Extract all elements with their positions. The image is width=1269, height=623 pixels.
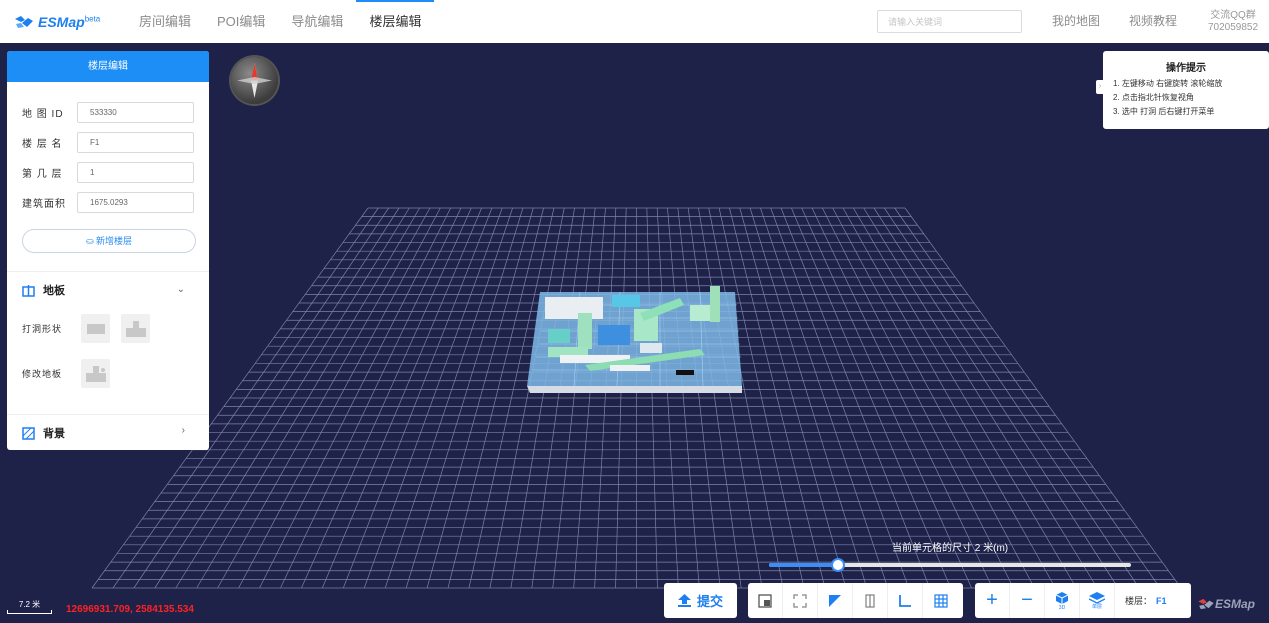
- add-floor-icon: ⛀: [85, 236, 94, 246]
- submit-label: 提交: [696, 594, 723, 609]
- search-input[interactable]: [877, 10, 1022, 33]
- nav-poi-edit[interactable]: POI编辑: [204, 0, 278, 43]
- building-area-row: 建筑面积: [22, 191, 209, 213]
- polygon-hole-button[interactable]: [121, 314, 150, 343]
- hole-shape-label: 打洞形状: [22, 324, 63, 334]
- rect-hole-button[interactable]: [81, 314, 110, 343]
- background-section-header[interactable]: 背景 ›: [7, 415, 209, 450]
- building-model[interactable]: [527, 286, 742, 393]
- floor-number-label: 第 几 层: [22, 168, 63, 180]
- slider-fill: [769, 563, 838, 567]
- floor-section-title: 地板: [43, 285, 65, 297]
- video-tutorial-link[interactable]: 视频教程: [1129, 0, 1177, 43]
- tips-title: 操作提示: [1166, 63, 1206, 74]
- floor-selector[interactable]: 楼层： F1: [1115, 594, 1177, 607]
- coordinates-readout: 12696931.709, 2584135.534: [66, 604, 194, 615]
- footer-logo: ESMap: [1197, 597, 1255, 611]
- top-header: ESMapbeta 房间编辑 POI编辑 导航编辑 楼层编辑 我的地图 视频教程…: [0, 0, 1269, 43]
- view-3d-label: 3D: [1058, 604, 1066, 611]
- scale-text: 7.2 米: [18, 600, 41, 609]
- nav-room-edit[interactable]: 房间编辑: [126, 0, 204, 43]
- footer-logo-text: ESMap: [1215, 597, 1256, 611]
- import-button[interactable]: [748, 583, 783, 618]
- floor-name-field[interactable]: [77, 131, 194, 153]
- cell-size-label: 当前单元格的尺寸 2 米(m): [892, 543, 1009, 554]
- floor-selector-value: F1: [1156, 596, 1167, 606]
- zoom-out-button[interactable]: −: [1010, 583, 1045, 618]
- single-floor-button[interactable]: 单层: [1080, 583, 1115, 618]
- building-area-label: 建筑面积: [22, 198, 66, 210]
- background-icon: [22, 426, 35, 440]
- floor-icon: [22, 284, 35, 297]
- tip-item: 3. 选中 打洞 后右键打开菜单: [1113, 107, 1215, 116]
- floor-selector-label: 楼层：: [1125, 596, 1153, 606]
- view-3d-button[interactable]: 3D: [1045, 583, 1080, 618]
- zoom-in-icon: +: [986, 589, 998, 611]
- logo[interactable]: ESMapbeta: [14, 14, 114, 30]
- edit-toolbar: [748, 583, 963, 618]
- corner-icon: [829, 594, 841, 607]
- tip-item: 2. 点击指北针恢复视角: [1113, 93, 1194, 102]
- main-nav: 房间编辑 POI编辑 导航编辑 楼层编辑: [126, 0, 435, 43]
- scale-bar: 7.2 米: [7, 599, 52, 614]
- nav-navigation-edit[interactable]: 导航编辑: [278, 0, 356, 43]
- operation-tips: 操作提示 1. 左键移动 右键旋转 滚轮缩放 2. 点击指北针恢复视角 3. 选…: [1103, 51, 1269, 129]
- chevron-right-icon: ›: [181, 425, 185, 436]
- floor-section-header[interactable]: 地板 ⌄: [7, 272, 209, 308]
- hole-shape-row: 打洞形状: [22, 314, 209, 343]
- submit-button[interactable]: 提交: [664, 583, 737, 618]
- corner-button[interactable]: [818, 583, 853, 618]
- split-icon: [865, 593, 875, 608]
- cube-icon: [1055, 591, 1069, 604]
- view-toolbar: + − 3D 单层 楼层： F1: [975, 583, 1191, 618]
- background-section-title: 背景: [43, 428, 65, 440]
- qq-group-label: 交流QQ群: [1210, 10, 1256, 21]
- qq-group-number: 702059852: [1208, 22, 1259, 33]
- grid-icon: [933, 593, 948, 608]
- esmap-logo-icon: [15, 15, 33, 28]
- fit-screen-button[interactable]: [783, 583, 818, 618]
- split-button[interactable]: [853, 583, 888, 618]
- modify-floor-row: 修改地板: [22, 359, 209, 388]
- building-area-field[interactable]: [77, 191, 194, 213]
- grid-toggle-button[interactable]: [923, 583, 958, 618]
- axis-icon: [899, 594, 911, 607]
- zoom-in-button[interactable]: +: [975, 583, 1010, 618]
- add-floor-label: 新增楼层: [96, 236, 133, 246]
- floor-edit-panel: 楼层编辑 地 图 ID 楼 层 名 第 几 层 建筑面积 ⛀ 新增楼层 地板 ⌄…: [7, 51, 209, 450]
- floor-number-field[interactable]: [77, 161, 194, 183]
- tip-item: 1. 左键移动 右键旋转 滚轮缩放: [1113, 79, 1223, 88]
- polygon-hole-icon: [125, 320, 146, 337]
- fit-screen-icon: [793, 593, 807, 608]
- panel-title: 楼层编辑: [7, 51, 209, 82]
- modify-floor-label: 修改地板: [22, 369, 63, 379]
- chevron-down-icon: ⌄: [176, 284, 185, 295]
- compass-icon: [237, 63, 272, 98]
- zoom-out-icon: −: [1021, 589, 1033, 611]
- scale-line: [7, 610, 52, 614]
- import-icon: [758, 593, 772, 608]
- single-floor-label: 单层: [1091, 603, 1102, 610]
- add-floor-button[interactable]: ⛀ 新增楼层: [22, 229, 196, 253]
- cell-size-slider[interactable]: [769, 558, 1131, 572]
- floor-name-label: 楼 层 名: [22, 138, 63, 150]
- layers-icon: [1089, 591, 1105, 604]
- modify-floor-icon: [85, 365, 106, 382]
- floor-name-row: 楼 层 名: [22, 131, 209, 153]
- modify-floor-button[interactable]: [81, 359, 110, 388]
- axis-button[interactable]: [888, 583, 923, 618]
- rect-hole-icon: [86, 323, 105, 334]
- floor-number-row: 第 几 层: [22, 161, 209, 183]
- qq-group[interactable]: 交流QQ群 702059852: [1208, 10, 1258, 34]
- upload-icon: [677, 594, 691, 607]
- compass-button[interactable]: [231, 57, 278, 104]
- map-id-row: 地 图 ID: [22, 101, 209, 123]
- esmap-logo-icon: [1198, 598, 1214, 610]
- nav-floor-edit[interactable]: 楼层编辑: [356, 0, 435, 43]
- slider-thumb[interactable]: [830, 558, 845, 572]
- map-id-field[interactable]: [77, 101, 194, 123]
- map-id-label: 地 图 ID: [22, 108, 64, 120]
- my-map-link[interactable]: 我的地图: [1052, 0, 1100, 43]
- logo-text: ESMapbeta: [38, 13, 101, 30]
